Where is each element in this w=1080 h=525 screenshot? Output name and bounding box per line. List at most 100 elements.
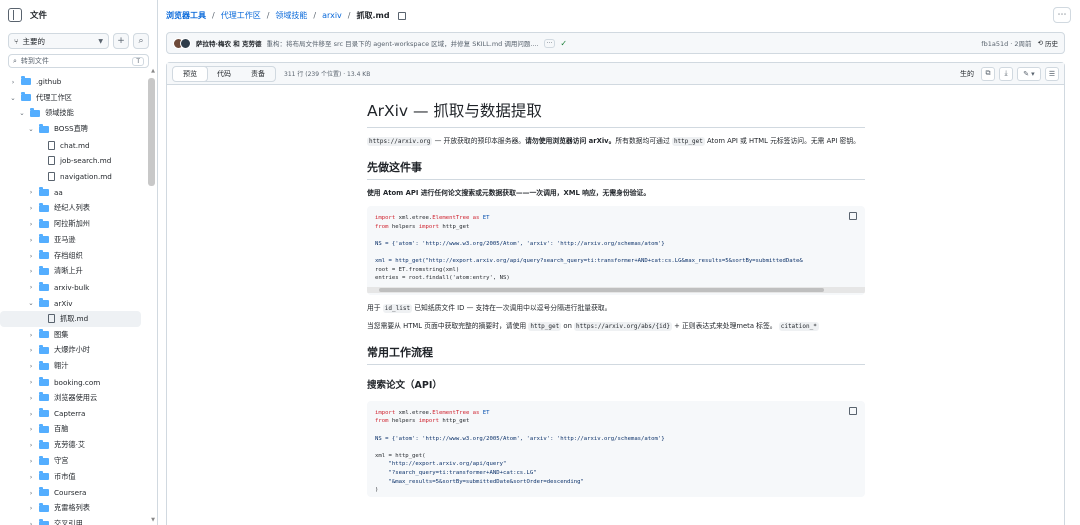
branch-selector[interactable]: ⑂ 主要的 ▼ <box>8 33 109 49</box>
avatar[interactable] <box>180 37 191 49</box>
main-content: 浏览器工具 / 代理工作区 / 领域技能 / arxiv / 抓取.md ⋯ 萨… <box>158 0 1080 525</box>
breadcrumb-level3[interactable]: arxiv <box>322 11 342 20</box>
collapse-panel-icon[interactable] <box>8 8 22 22</box>
tree-folder-item[interactable]: › 交叉引用 <box>0 516 157 525</box>
chevron-down-icon[interactable]: ⌄ <box>17 109 27 117</box>
tree-folder-item[interactable]: › 阿拉斯加州 <box>0 216 157 232</box>
chevron-right-icon[interactable]: › <box>26 504 36 512</box>
tree-folder-item[interactable]: › Capterra <box>0 406 157 422</box>
tree-item-label: 浏览器使用云 <box>54 392 98 402</box>
tree-file-item[interactable]: chat.md <box>0 137 157 153</box>
tree-folder-item[interactable]: › .github <box>0 74 157 90</box>
tree-folder-item[interactable]: › 克劳德·艾 <box>0 437 157 453</box>
copy-path-icon[interactable] <box>397 11 406 20</box>
tree-item-label: booking.com <box>54 377 101 387</box>
code-horizontal-scrollbar[interactable] <box>367 286 865 293</box>
chevron-right-icon[interactable]: › <box>26 204 36 212</box>
edit-button[interactable]: ✎ ▾ <box>1017 66 1041 81</box>
tree-folder-item[interactable]: › 亚马逊 <box>0 232 157 248</box>
chevron-right-icon[interactable]: › <box>26 220 36 228</box>
check-icon[interactable]: ✓ <box>560 39 567 48</box>
tree-item-label: arXiv <box>54 298 73 308</box>
history-button[interactable]: ⟲ 历史 <box>1038 38 1058 48</box>
commit-message[interactable]: 重构：将布局文件移至 src 目录下的 agent-workspace 区域，并… <box>267 38 539 48</box>
chevron-down-icon[interactable]: ⌄ <box>8 94 18 102</box>
chevron-right-icon[interactable]: › <box>26 236 36 244</box>
outline-icon[interactable]: ☰ <box>1045 66 1059 81</box>
go-to-file-input[interactable]: ⌕ 转到文件 T <box>8 54 149 68</box>
tree-item-label: Coursera <box>54 488 87 498</box>
tree-folder-item[interactable]: › 存档组织 <box>0 248 157 264</box>
tree-folder-item[interactable]: › 克雷格列表 <box>0 501 157 517</box>
tree-folder-item[interactable]: › 币市值 <box>0 469 157 485</box>
tree-item-label: aa <box>54 187 63 197</box>
tree-folder-item[interactable]: › aa <box>0 185 157 201</box>
chevron-right-icon[interactable]: › <box>26 489 36 497</box>
search-button[interactable]: ⌕ <box>133 33 149 49</box>
scroll-down-icon[interactable]: ▼ <box>151 517 155 523</box>
tree-folder-item[interactable]: › 图集 <box>0 327 157 343</box>
tree-folder-item[interactable]: › 经纪人列表 <box>0 200 157 216</box>
chevron-right-icon[interactable]: › <box>26 520 36 525</box>
chevron-right-icon[interactable]: › <box>26 331 36 339</box>
tree-file-item[interactable]: 抓取.md <box>0 310 141 327</box>
inline-code: https://arxiv.org <box>367 137 433 146</box>
tree-folder-item[interactable]: › 浏览器使用云 <box>0 390 157 406</box>
chevron-right-icon[interactable]: › <box>26 473 36 481</box>
chevron-right-icon[interactable]: › <box>26 362 36 370</box>
breadcrumb-root[interactable]: 浏览器工具 <box>166 10 206 21</box>
tree-folder-item[interactable]: › Coursera <box>0 485 157 501</box>
sidebar-scrollbar[interactable] <box>148 78 155 186</box>
chevron-right-icon[interactable]: › <box>8 78 18 86</box>
copy-code-icon[interactable] <box>849 406 857 415</box>
chevron-down-icon[interactable]: ⌄ <box>26 299 36 307</box>
chevron-down-icon[interactable]: ⌄ <box>26 125 36 133</box>
tree-folder-item[interactable]: ⌄ 领域技能 <box>0 106 157 122</box>
heading-do-this-first: 先做这件事 <box>367 159 865 180</box>
commit-authors[interactable]: 萨拉特·梅农 和 克劳德 <box>196 38 262 48</box>
copy-raw-icon[interactable]: ⧉ <box>981 66 995 81</box>
inline-code: citation_* <box>778 321 819 331</box>
tab-preview[interactable]: 预览 <box>173 66 208 81</box>
tree-folder-item[interactable]: › arxiv-bulk <box>0 279 157 295</box>
chevron-right-icon[interactable]: › <box>26 410 36 418</box>
chevron-right-icon[interactable]: › <box>26 378 36 386</box>
tab-blame[interactable]: 责备 <box>241 67 275 81</box>
tree-file-item[interactable]: navigation.md <box>0 169 157 185</box>
tree-folder-item[interactable]: ⌄ arXiv <box>0 295 157 311</box>
raw-button[interactable]: 生的 <box>957 69 977 79</box>
breadcrumb-level1[interactable]: 代理工作区 <box>221 10 261 21</box>
chevron-right-icon[interactable]: › <box>26 394 36 402</box>
tree-folder-item[interactable]: › 守宫 <box>0 453 157 469</box>
chevron-right-icon[interactable]: › <box>26 283 36 291</box>
chevron-right-icon[interactable]: › <box>26 441 36 449</box>
scroll-up-icon[interactable]: ▲ <box>151 68 155 74</box>
tree-folder-item[interactable]: › 翱汁 <box>0 358 157 374</box>
chevron-right-icon[interactable]: › <box>26 252 36 260</box>
tree-folder-item[interactable]: › 百脑 <box>0 422 157 438</box>
chevron-right-icon[interactable]: › <box>26 267 36 275</box>
tree-file-item[interactable]: job-search.md <box>0 153 157 169</box>
copy-code-icon[interactable] <box>849 212 857 220</box>
commit-hash-time[interactable]: fb1a51d · 2周前 <box>981 38 1031 48</box>
breadcrumb-level2[interactable]: 领域技能 <box>275 10 307 21</box>
tree-item-label: .github <box>36 77 62 87</box>
tree-folder-item[interactable]: › booking.com <box>0 374 157 390</box>
chevron-right-icon[interactable]: › <box>26 188 36 196</box>
add-file-button[interactable]: + <box>113 33 129 49</box>
article-title: ArXiv — 抓取与数据提取 <box>367 99 865 128</box>
chevron-right-icon[interactable]: › <box>26 457 36 465</box>
tree-folder-item[interactable]: ⌄ BOSS直聘 <box>0 121 157 137</box>
folder-icon <box>21 76 31 86</box>
tree-folder-item[interactable]: ⌄ 代理工作区 <box>0 90 157 106</box>
tab-code[interactable]: 代码 <box>207 67 241 81</box>
more-options-button[interactable]: ⋯ <box>1053 7 1071 23</box>
chevron-right-icon[interactable]: › <box>26 425 36 433</box>
markdown-article: ArXiv — 抓取与数据提取 https://arxiv.org — 开放获取… <box>367 99 865 505</box>
go-to-file-placeholder: 转到文件 <box>20 57 49 65</box>
tree-folder-item[interactable]: › 大爆炸小时 <box>0 343 157 359</box>
tree-folder-item[interactable]: › 清晰上升 <box>0 264 157 280</box>
chevron-right-icon[interactable]: › <box>26 346 36 354</box>
download-icon[interactable]: ⤓ <box>999 66 1013 81</box>
expand-message-icon[interactable]: ··· <box>543 38 556 48</box>
